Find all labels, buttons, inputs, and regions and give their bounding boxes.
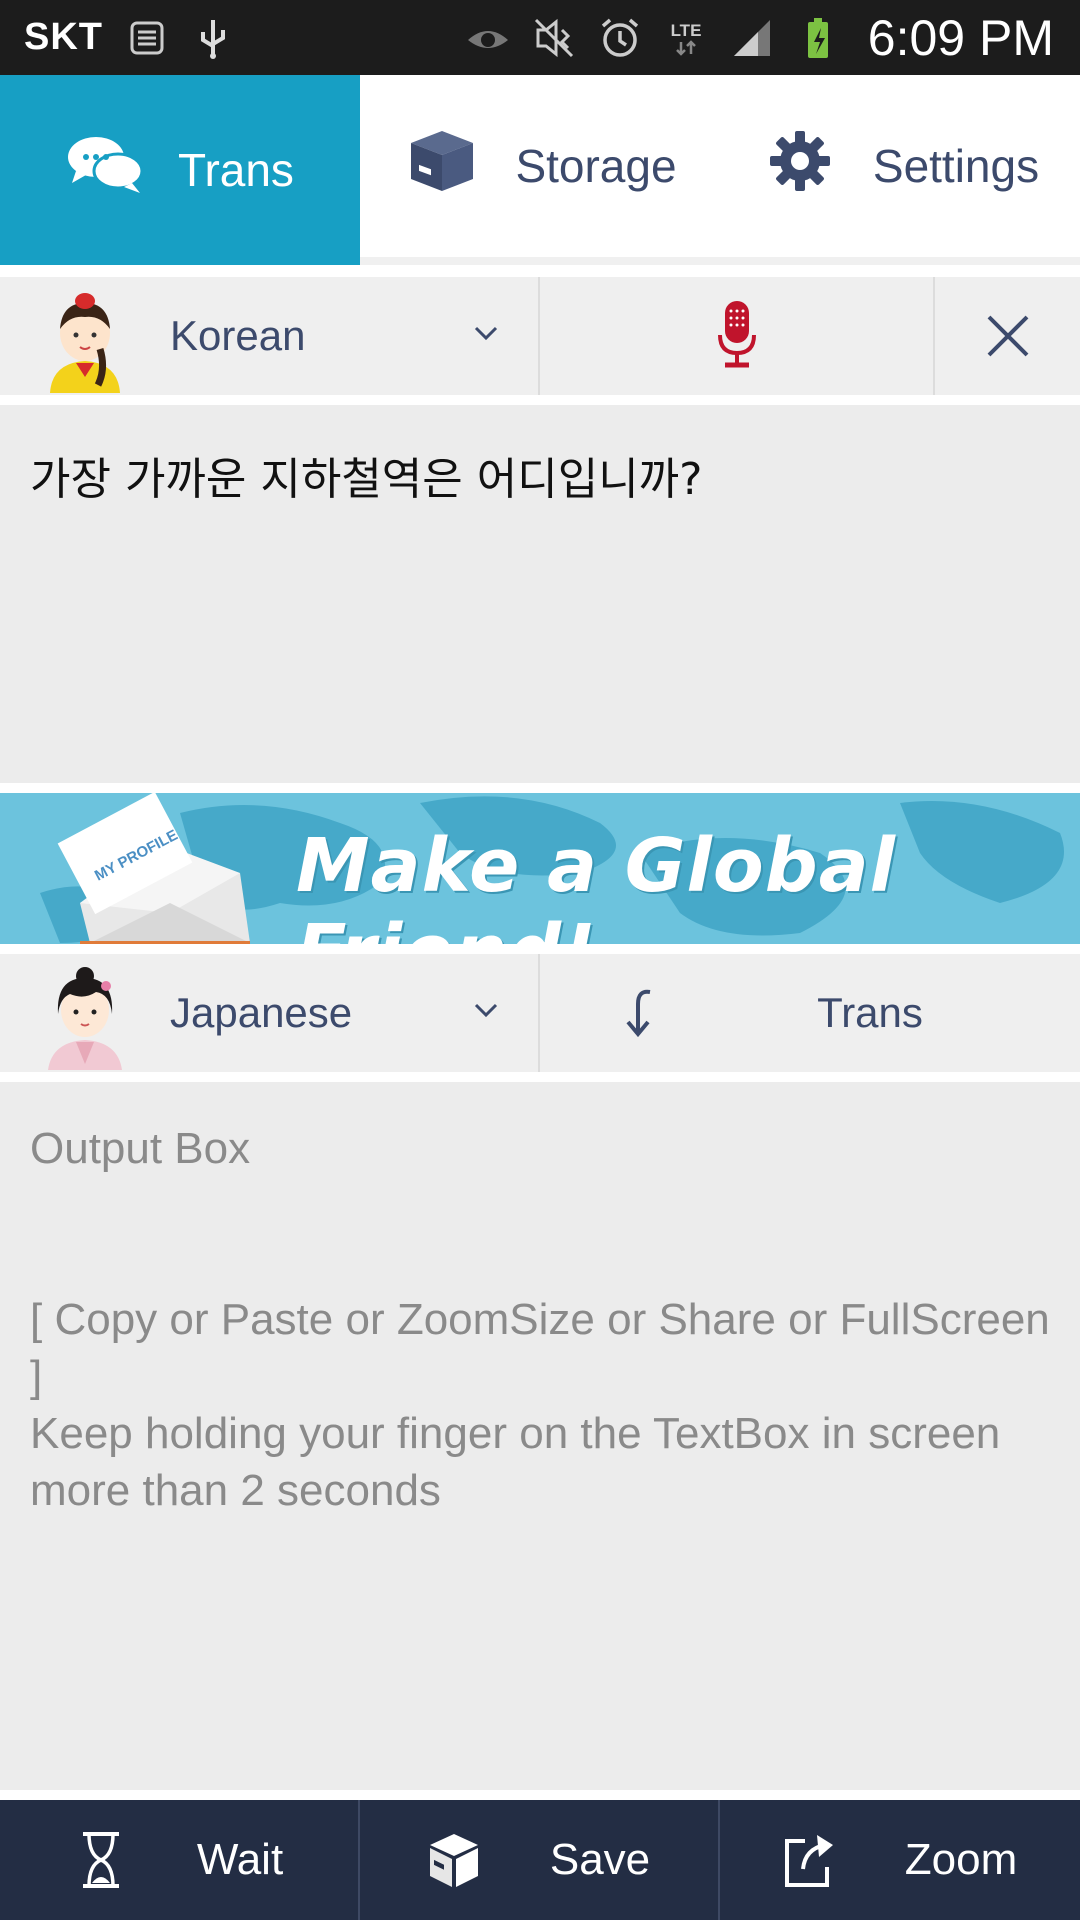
status-left: SKT [24, 16, 235, 60]
source-language-select[interactable]: Korean [0, 277, 540, 395]
box-icon [403, 129, 481, 204]
output-placeholder-title: Output Box [30, 1124, 251, 1173]
banner-headline: Make a Global Friend! [296, 823, 897, 944]
tab-settings[interactable]: Settings [720, 75, 1080, 257]
clear-input-button[interactable] [935, 277, 1080, 395]
usb-icon [191, 16, 235, 60]
source-language-label: Korean [170, 312, 306, 359]
gear-icon [761, 129, 839, 204]
mute-icon [532, 16, 576, 60]
external-open-icon [784, 1835, 833, 1887]
lte-icon: LTE [664, 16, 708, 60]
svg-text:LTE: LTE [670, 21, 701, 40]
output-hint-instruction: Keep holding your finger on the TextBox … [30, 1409, 1001, 1515]
source-text-input[interactable]: 가장 가까운 지하철역은 어디입니까? [0, 405, 1080, 783]
signal-icon [730, 16, 774, 60]
eye-icon [466, 16, 510, 60]
save-label: Save [549, 1835, 651, 1884]
chevron-down-icon [474, 1003, 498, 1018]
carrier-name: SKT [24, 16, 103, 58]
alarm-icon [598, 16, 642, 60]
hourglass-icon [82, 1832, 119, 1888]
voice-input-button[interactable] [540, 277, 935, 395]
translate-button[interactable]: Trans [740, 954, 1080, 1072]
tab-settings-label: Settings [872, 140, 1040, 192]
zoom-button[interactable]: Zoom [720, 1800, 1080, 1920]
microphone-icon [717, 301, 756, 368]
box-icon [429, 1834, 478, 1887]
swap-languages-button[interactable] [540, 954, 740, 1072]
zoom-label: Zoom [904, 1835, 1018, 1884]
japanese-avatar-icon [48, 967, 122, 1070]
tab-trans-label: Trans [178, 144, 294, 196]
status-right: LTE 6:09 PM [466, 9, 1054, 67]
output-hint-actions: [ Copy or Paste or ZoomSize or Share or … [30, 1295, 1050, 1401]
tab-bar: Trans Storage Settings [0, 75, 1080, 265]
target-language-row: Japanese Trans [0, 954, 1080, 1072]
status-bar: SKT LTE 6:09 PM [0, 0, 1080, 75]
global-friend-banner[interactable]: MY PROFILE Make a Global Friend! [0, 793, 1080, 944]
wait-button[interactable]: Wait [0, 1800, 360, 1920]
chat-bubbles-icon [66, 133, 144, 208]
target-language-select[interactable]: Japanese [0, 954, 540, 1072]
close-icon [987, 315, 1028, 357]
save-button[interactable]: Save [360, 1800, 720, 1920]
bottom-toolbar: Wait Save Zoom [0, 1800, 1080, 1920]
tab-storage[interactable]: Storage [360, 75, 720, 257]
tab-trans[interactable]: Trans [0, 75, 360, 265]
target-language-label: Japanese [170, 989, 353, 1036]
tab-storage-label: Storage [515, 140, 677, 192]
swap-arrow-icon [626, 989, 651, 1038]
wait-label: Wait [196, 1835, 284, 1884]
korean-avatar-icon [50, 293, 120, 393]
clock: 6:09 PM [867, 9, 1054, 66]
notes-icon [125, 16, 169, 60]
battery-charging-icon [796, 16, 840, 60]
chevron-down-icon [474, 326, 498, 341]
source-language-row: Korean [0, 277, 1080, 395]
output-text-box[interactable]: Output Box [ Copy or Paste or ZoomSize o… [0, 1082, 1080, 1790]
